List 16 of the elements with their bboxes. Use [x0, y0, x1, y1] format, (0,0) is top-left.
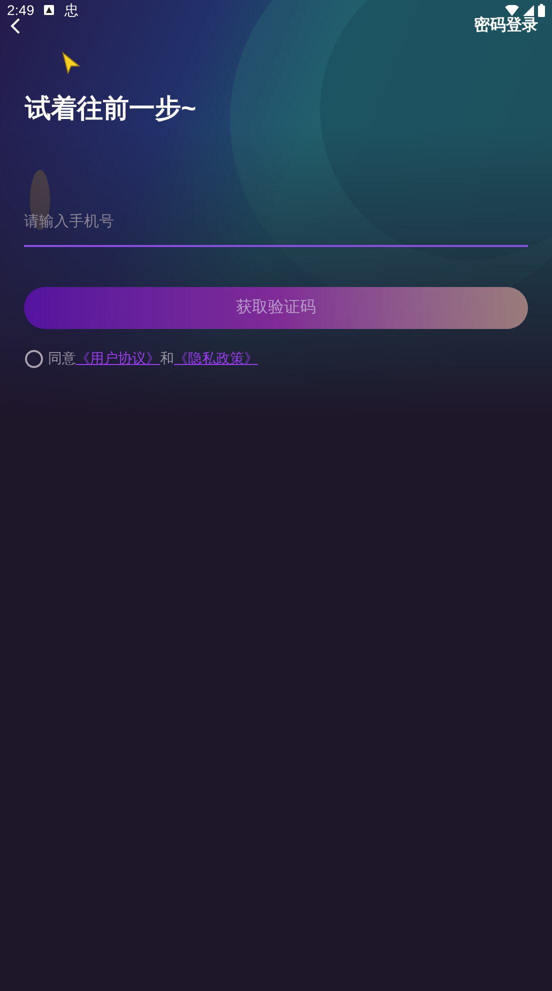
status-time: 2:49	[7, 0, 34, 20]
privacy-policy-link[interactable]: 《隐私政策》	[174, 348, 258, 369]
signal-icon	[523, 4, 534, 16]
battery-icon	[538, 4, 545, 16]
cursor-icon	[62, 52, 80, 74]
app-notification-icon	[44, 5, 54, 15]
and-text: 和	[160, 349, 174, 368]
phone-input-field[interactable]: 请输入手机号	[24, 211, 528, 247]
password-login-link[interactable]: 密码登录	[474, 14, 538, 38]
notification-text: 忠	[64, 0, 78, 20]
back-icon[interactable]	[10, 18, 22, 34]
user-agreement-link[interactable]: 《用户协议》	[76, 348, 160, 369]
agree-text: 同意	[48, 349, 76, 368]
wifi-icon	[505, 4, 519, 16]
page-title: 试着往前一步~	[25, 92, 196, 125]
agree-checkbox[interactable]	[25, 350, 43, 368]
